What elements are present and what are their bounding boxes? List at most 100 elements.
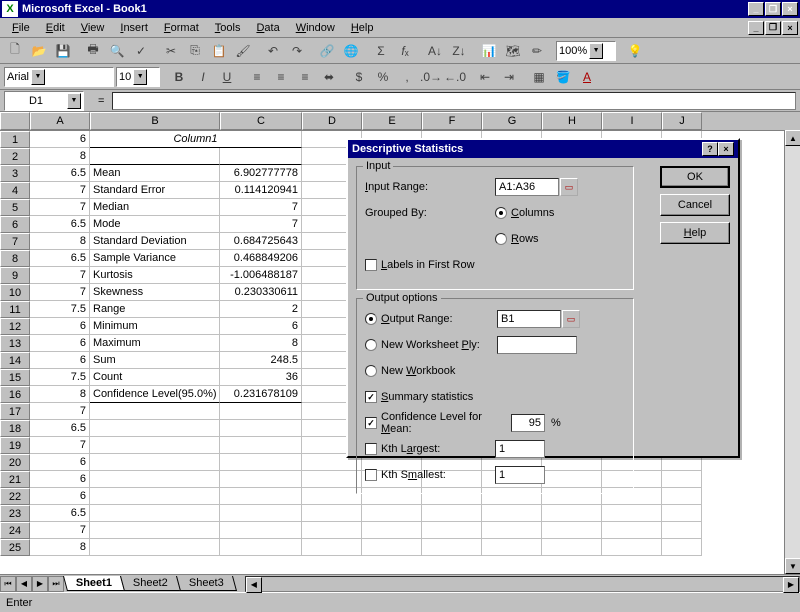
- cell[interactable]: 7.5: [30, 369, 90, 386]
- summary-stats-check[interactable]: [365, 391, 377, 403]
- row-header[interactable]: 15: [0, 369, 30, 386]
- chevron-down-icon[interactable]: ▼: [67, 93, 81, 109]
- cell[interactable]: 8: [30, 148, 90, 165]
- cell[interactable]: [90, 454, 220, 471]
- cell[interactable]: Confidence Level(95.0%): [90, 386, 220, 403]
- cell[interactable]: 7.5: [30, 301, 90, 318]
- row-header[interactable]: 2: [0, 148, 30, 165]
- cell[interactable]: Standard Error: [90, 182, 220, 199]
- row-header[interactable]: 13: [0, 335, 30, 352]
- row-header[interactable]: 4: [0, 182, 30, 199]
- output-range-field[interactable]: [497, 310, 561, 328]
- close-button[interactable]: ×: [782, 2, 798, 16]
- row-header[interactable]: 3: [0, 165, 30, 182]
- col-header-D[interactable]: D: [302, 112, 362, 130]
- row-header[interactable]: 14: [0, 352, 30, 369]
- col-header-H[interactable]: H: [542, 112, 602, 130]
- cell[interactable]: [220, 471, 302, 488]
- cell[interactable]: 6.5: [30, 216, 90, 233]
- cell[interactable]: [90, 471, 220, 488]
- help-button[interactable]: Help: [660, 222, 730, 244]
- cell[interactable]: [602, 522, 662, 539]
- dialog-close-icon[interactable]: ×: [718, 142, 734, 156]
- cell[interactable]: 6: [30, 131, 90, 148]
- col-header-C[interactable]: C: [220, 112, 302, 130]
- row-header[interactable]: 7: [0, 233, 30, 250]
- align-center-icon[interactable]: ≡: [270, 66, 292, 88]
- row-header[interactable]: 19: [0, 437, 30, 454]
- font-color-icon[interactable]: A: [576, 66, 598, 88]
- cell[interactable]: [220, 539, 302, 556]
- cell[interactable]: 7: [30, 284, 90, 301]
- drawing-icon[interactable]: ✏: [526, 40, 548, 62]
- print-preview-icon[interactable]: 🔍: [106, 40, 128, 62]
- cell[interactable]: [302, 522, 362, 539]
- cell[interactable]: 7: [30, 403, 90, 420]
- cell[interactable]: 7: [30, 199, 90, 216]
- cell[interactable]: [302, 539, 362, 556]
- col-header-A[interactable]: A: [30, 112, 90, 130]
- cell[interactable]: [220, 420, 302, 437]
- output-range-radio[interactable]: [365, 313, 377, 325]
- row-header[interactable]: 6: [0, 216, 30, 233]
- sheet-tab-sheet2[interactable]: Sheet2: [120, 576, 181, 591]
- cell[interactable]: Count: [90, 369, 220, 386]
- cell[interactable]: 7: [220, 216, 302, 233]
- cell[interactable]: 8: [220, 335, 302, 352]
- row-header[interactable]: 8: [0, 250, 30, 267]
- cell[interactable]: 2: [220, 301, 302, 318]
- cell[interactable]: 6: [30, 318, 90, 335]
- cell[interactable]: [662, 522, 702, 539]
- cell[interactable]: [422, 522, 482, 539]
- cell[interactable]: 248.5: [220, 352, 302, 369]
- cell[interactable]: 6: [30, 335, 90, 352]
- prev-sheet-icon[interactable]: ◀: [16, 576, 32, 592]
- cell[interactable]: 0.684725643: [220, 233, 302, 250]
- confidence-field[interactable]: [511, 414, 545, 432]
- cell[interactable]: Sum: [90, 352, 220, 369]
- row-header[interactable]: 22: [0, 488, 30, 505]
- cell[interactable]: Median: [90, 199, 220, 216]
- cell[interactable]: 0.230330611: [220, 284, 302, 301]
- open-icon[interactable]: 📂: [28, 40, 50, 62]
- last-sheet-icon[interactable]: ⏭: [48, 576, 64, 592]
- cell[interactable]: Mean: [90, 165, 220, 182]
- borders-icon[interactable]: ▦: [528, 66, 550, 88]
- col-header-E[interactable]: E: [362, 112, 422, 130]
- cell[interactable]: [90, 539, 220, 556]
- cell[interactable]: Mode: [90, 216, 220, 233]
- hyperlink-icon[interactable]: 🔗: [316, 40, 338, 62]
- cell[interactable]: [662, 505, 702, 522]
- cell[interactable]: [362, 522, 422, 539]
- cell[interactable]: 36: [220, 369, 302, 386]
- cell[interactable]: [662, 539, 702, 556]
- zoom-combo[interactable]: 100% ▼: [556, 41, 616, 61]
- cell[interactable]: [482, 505, 542, 522]
- scroll-right-icon[interactable]: ▶: [783, 577, 799, 593]
- sheet-tab-sheet3[interactable]: Sheet3: [176, 576, 237, 591]
- sort-asc-icon[interactable]: A↓: [424, 40, 446, 62]
- name-box[interactable]: D1 ▼: [4, 91, 84, 111]
- align-left-icon[interactable]: ≡: [246, 66, 268, 88]
- cell[interactable]: 6.5: [30, 250, 90, 267]
- scroll-left-icon[interactable]: ◀: [246, 577, 262, 593]
- cell[interactable]: [220, 403, 302, 420]
- cell[interactable]: [220, 488, 302, 505]
- row-header[interactable]: 10: [0, 284, 30, 301]
- row-header[interactable]: 12: [0, 318, 30, 335]
- menu-format[interactable]: Format: [156, 20, 207, 36]
- confidence-check[interactable]: [365, 417, 377, 429]
- new-icon[interactable]: 🗋: [4, 40, 26, 62]
- labels-first-row-check[interactable]: [365, 259, 377, 271]
- align-right-icon[interactable]: ≡: [294, 66, 316, 88]
- row-header[interactable]: 23: [0, 505, 30, 522]
- cell[interactable]: [90, 148, 220, 165]
- comma-icon[interactable]: ,: [396, 66, 418, 88]
- col-header-G[interactable]: G: [482, 112, 542, 130]
- percent-icon[interactable]: %: [372, 66, 394, 88]
- menu-edit[interactable]: Edit: [38, 20, 73, 36]
- menu-data[interactable]: Data: [248, 20, 287, 36]
- new-worksheet-radio[interactable]: [365, 339, 377, 351]
- dialog-help-icon[interactable]: ?: [702, 142, 718, 156]
- menu-file[interactable]: File: [4, 20, 38, 36]
